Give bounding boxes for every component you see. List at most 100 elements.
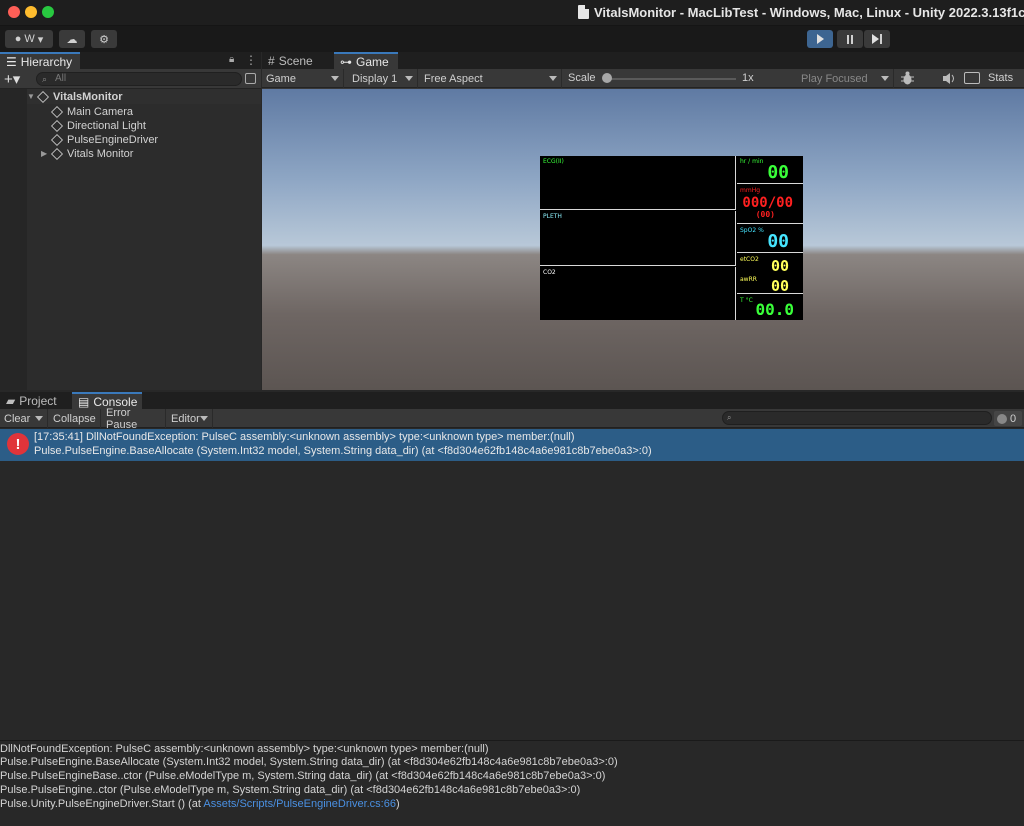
tab-scene[interactable]: # Scene [262,52,332,69]
hr-label: hr / min [740,158,764,165]
scale-slider-track[interactable] [604,78,736,80]
awrr-label: awRR [740,276,757,283]
log-entry-selected[interactable]: ! [17:35:41] DllNotFoundException: Pulse… [0,429,1024,461]
add-button[interactable]: +▾ [4,70,20,88]
console-search-input[interactable] [722,411,992,425]
hierarchy-item[interactable]: Directional Light [51,118,285,133]
gameobject-icon [51,134,62,145]
display-dropdown[interactable]: Display 1 [348,69,418,88]
hierarchy-item-label: Directional Light [67,119,146,132]
play-icon [816,34,824,44]
filter-icon[interactable] [245,73,256,84]
folder-icon: ▰ [6,393,16,408]
scene-icon [37,91,48,102]
hierarchy-gutter [0,89,27,390]
game-view-dropdown[interactable]: Game [262,69,344,88]
spo2-box: SpO2 % 00 [737,225,803,253]
awrr-value: 00 [770,277,789,295]
dropdown-label: Display 1 [352,72,398,85]
gameobject-icon [51,106,62,117]
list-icon: ☰ [6,54,17,69]
hierarchy-item-label: PulseEngineDriver [67,133,159,146]
button-label: Clear [4,412,31,425]
game-tab-strip: # Scene ⊶ Game [262,52,1024,69]
gamepad-icon: ⊶ [340,54,352,69]
pause-button[interactable] [837,30,863,48]
heart-rate-box: hr / min 00 [737,156,803,184]
bug-icon[interactable] [900,71,915,86]
tab-hierarchy[interactable]: ☰ Hierarchy [0,52,80,69]
error-count: 0 [1010,412,1017,425]
close-window-button[interactable] [8,6,20,18]
keyboard-icon[interactable] [964,72,980,84]
document-icon [578,5,589,19]
source-link[interactable]: Assets/Scripts/PulseEngineDriver.cs:66 [203,798,396,810]
stack-trace-line: Pulse.PulseEngine..ctor (Pulse.eModelTyp… [0,784,581,796]
bp-label: mmHg [740,187,761,194]
temperature-box: T °C 00.0 [737,295,803,320]
hierarchy-item[interactable]: PulseEngineDriver [51,132,285,147]
error-icon: ! [7,433,29,455]
game-viewport[interactable]: ECG(II) PLETH CO2 hr / min 00 mmHg 000/0… [262,89,1024,390]
stack-trace-text: ) [395,798,400,810]
chevron-down-icon [405,76,413,81]
lock-icon[interactable]: 🔒︎ [229,54,239,66]
collapse-button[interactable]: Collapse [49,409,101,428]
cloud-icon: ☁ [66,33,78,46]
error-count-toggle[interactable]: 0 [994,411,1022,426]
error-icon [997,413,1007,424]
scene-row[interactable]: ▼ VitalsMonitor ⋮ [27,89,286,104]
minimize-window-button[interactable] [25,6,37,18]
hierarchy-tree: ▼ VitalsMonitor ⋮ Main Camera Directiona… [0,89,286,390]
log-entry-line1: [17:35:41] DllNotFoundException: PulseC … [34,431,575,443]
title-bar: VitalsMonitor - MacLibTest - Windows, Ma… [0,0,1024,26]
aspect-dropdown[interactable]: Free Aspect [420,69,562,88]
step-button[interactable] [864,30,890,48]
hierarchy-search-input[interactable]: All [36,72,242,86]
blood-pressure-box: mmHg 000/00 (00) [737,185,803,224]
gameobject-icon [51,120,62,131]
ecg-wave-panel: ECG(II) [540,156,736,210]
play-focused-dropdown[interactable]: Play Focused [797,69,894,88]
hr-value: 00 [767,162,789,183]
gameobject-icon [51,148,62,159]
zoom-window-button[interactable] [42,6,54,18]
chevron-down-icon[interactable] [35,416,43,421]
tab-project[interactable]: ▰ Project [0,392,70,409]
tab-label: Game [356,54,389,69]
error-pause-button[interactable]: Error Pause [102,407,166,431]
more-menu-icon[interactable]: ⋮ [245,53,257,67]
scene-name: VitalsMonitor [53,90,123,103]
hierarchy-item-label: Main Camera [67,105,134,118]
hierarchy-tab-strip: ☰ Hierarchy 🔒︎ ⋮ [0,52,261,69]
play-button[interactable] [807,30,833,48]
services-button[interactable]: ⚙ [91,30,117,48]
button-label: Editor [171,412,200,425]
hierarchy-item-label: Vitals Monitor [67,147,134,160]
search-icon: ⌕ [42,74,48,84]
clear-button[interactable]: Clear [0,409,48,428]
hierarchy-item[interactable]: Main Camera [51,104,285,119]
stack-trace-text: Pulse.Unity.PulseEngineDriver.Start () (… [0,798,204,810]
stats-button[interactable]: Stats [988,72,1013,84]
console-icon: ▤ [78,394,90,409]
stack-trace-line: Pulse.Unity.PulseEngineDriver.Start () (… [0,798,400,810]
console-panel: ▰ Project ▤ Console Clear Collapse Error… [0,392,1024,826]
speaker-icon[interactable] [942,72,956,85]
stack-trace-line: DllNotFoundException: PulseC assembly:<u… [0,743,489,755]
etco2-label: etCO2 [740,256,759,263]
stack-trace-detail: DllNotFoundException: PulseC assembly:<u… [0,740,1024,826]
pleth-label: PLETH [543,213,562,220]
tab-game[interactable]: ⊶ Game [334,52,398,69]
cloud-button[interactable]: ☁ [59,30,85,48]
scale-value: 1x [742,72,754,84]
window-title: VitalsMonitor - MacLibTest - Windows, Ma… [594,5,1024,20]
chevron-down-icon [549,76,557,81]
game-panel: # Scene ⊶ Game Game Display 1 Free Aspec… [262,52,1024,390]
hierarchy-item[interactable]: ▶ Vitals Monitor [41,146,275,161]
editor-dropdown[interactable]: Editor [167,409,213,428]
scale-slider-thumb[interactable] [602,73,612,83]
co2-wave-panel: CO2 [540,267,736,320]
account-dropdown[interactable]: ● W ▾ [5,30,53,48]
game-toolbar: Game Display 1 Free Aspect Scale 1x Play… [262,69,1024,88]
